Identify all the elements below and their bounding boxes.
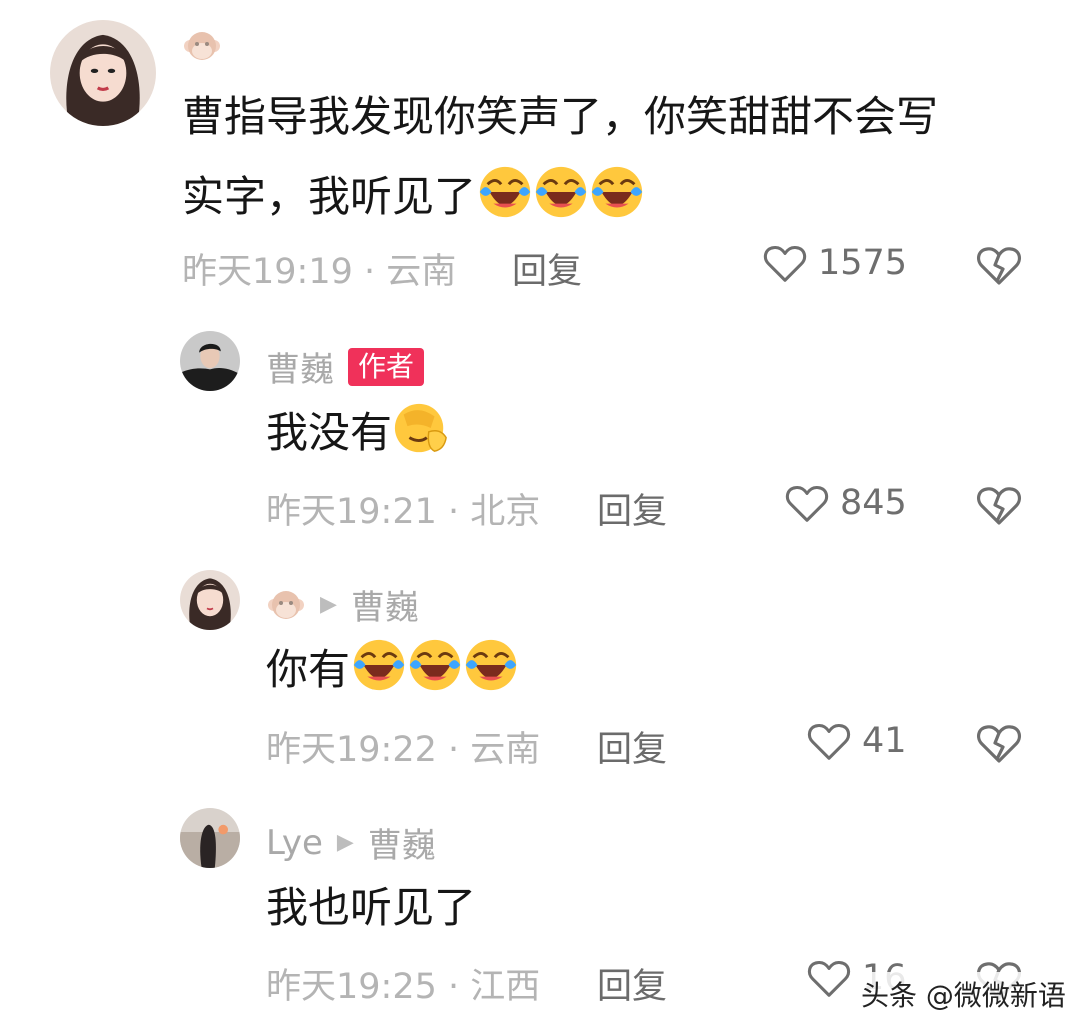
meta-separator: · xyxy=(364,252,376,292)
like-button[interactable]: 845 xyxy=(784,480,907,526)
monkey-face-icon xyxy=(268,590,304,619)
username-row xyxy=(182,26,222,66)
comment-text: 曹指导我发现你笑声了，你笑甜甜不会写 实字，我听见了 xyxy=(182,77,938,237)
meta-separator: · xyxy=(448,492,460,532)
laugh-cry-emoji xyxy=(591,166,643,218)
laugh-cry-emoji xyxy=(353,639,405,691)
username-row: Lye ▶ 曹巍 xyxy=(266,818,436,867)
comment-meta: 昨天19:21 · 北京 xyxy=(266,483,540,534)
comment-time: 昨天19:19 xyxy=(182,252,353,292)
meta-separator: · xyxy=(448,730,460,770)
comment-location: 北京 xyxy=(470,492,541,532)
laugh-cry-emoji xyxy=(479,166,531,218)
like-count: 41 xyxy=(862,721,907,761)
username[interactable]: Lye xyxy=(266,823,323,863)
comment-text-content: 我也听见了 xyxy=(266,883,477,932)
watermark: 头条 @微微新语 xyxy=(855,972,1072,1016)
comment-meta: 昨天19:22 · 云南 xyxy=(266,721,540,772)
heart-icon xyxy=(763,245,807,282)
comment-meta: 昨天19:25 · 江西 xyxy=(266,958,540,1009)
monkey-face-icon xyxy=(184,32,220,60)
author-badge: 作者 xyxy=(348,347,425,386)
comment-text-content: 你有 xyxy=(266,645,351,694)
comment-meta: 昨天19:19 · 云南 xyxy=(182,243,456,294)
avatar[interactable] xyxy=(180,331,240,391)
broken-heart-icon[interactable] xyxy=(975,241,1023,289)
laugh-cry-emoji xyxy=(465,639,517,691)
like-button[interactable]: 41 xyxy=(806,718,907,764)
reply-arrow-icon: ▶ xyxy=(336,830,354,855)
heart-icon xyxy=(807,960,851,997)
avatar[interactable] xyxy=(180,808,240,868)
comment-line-2: 实字，我听见了 xyxy=(182,157,938,237)
comment-line-2-text: 实字，我听见了 xyxy=(182,172,477,221)
reply-arrow-icon: ▶ xyxy=(320,592,337,617)
reply-button[interactable]: 回复 xyxy=(512,243,582,294)
username-row: ▶ 曹巍 xyxy=(266,580,419,629)
facepalm-emoji xyxy=(394,403,447,453)
avatar[interactable] xyxy=(50,20,156,126)
heart-icon xyxy=(785,485,829,522)
laugh-cry-emoji xyxy=(535,166,587,218)
like-button[interactable]: 1575 xyxy=(762,240,907,286)
comment-location: 云南 xyxy=(386,252,457,292)
comment-location: 江西 xyxy=(470,967,541,1007)
comment-time: 昨天19:22 xyxy=(266,730,437,770)
meta-separator: · xyxy=(448,967,460,1007)
comment-line-1: 曹指导我发现你笑声了，你笑甜甜不会写 xyxy=(182,92,939,141)
reply-to-username[interactable]: 曹巍 xyxy=(368,818,436,867)
username[interactable]: 曹巍 xyxy=(266,342,334,391)
comment-time: 昨天19:25 xyxy=(266,967,437,1007)
comment-text-content: 我没有 xyxy=(266,408,393,457)
comment-text: 我没有 xyxy=(266,393,448,473)
comment-time: 昨天19:21 xyxy=(266,492,437,532)
reply-button[interactable]: 回复 xyxy=(597,721,667,772)
comment-location: 云南 xyxy=(470,730,541,770)
comment-text: 我也听见了 xyxy=(266,868,476,948)
like-count: 1575 xyxy=(818,243,908,283)
comment-text: 你有 xyxy=(266,630,518,710)
reply-button[interactable]: 回复 xyxy=(597,483,667,534)
reply-to-username[interactable]: 曹巍 xyxy=(351,580,419,629)
username-row: 曹巍 作者 xyxy=(266,342,425,391)
like-count: 845 xyxy=(840,483,907,523)
heart-icon xyxy=(807,723,851,760)
broken-heart-icon[interactable] xyxy=(975,719,1023,767)
laugh-cry-emoji xyxy=(409,639,461,691)
reply-button[interactable]: 回复 xyxy=(597,958,667,1009)
avatar[interactable] xyxy=(180,570,240,630)
broken-heart-icon[interactable] xyxy=(975,481,1023,529)
